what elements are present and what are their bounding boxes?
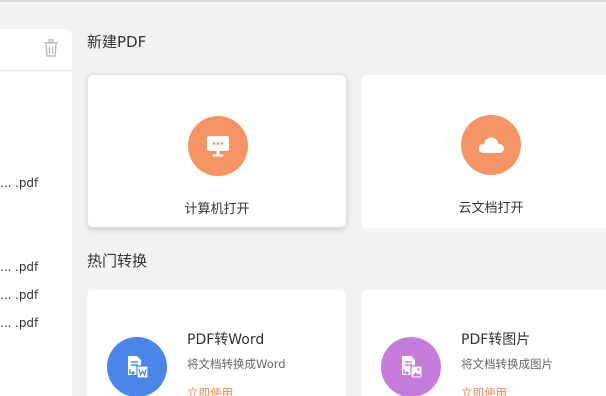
recent-file-item[interactable]: ... .pdf — [0, 316, 72, 332]
recent-file-item[interactable]: ... .pdf — [0, 176, 72, 192]
new-pdf-title: 新建PDF — [87, 33, 147, 51]
pdf-to-image-description: 将文档转换成图片 — [461, 357, 553, 371]
pdf-to-word-title: PDF转Word — [187, 332, 265, 348]
recent-file-item[interactable]: ... .pdf — [0, 288, 72, 304]
popular-conversions-title: 热门转换 — [87, 252, 148, 270]
pdf-to-image-card[interactable]: PDF转图片 将文档转换成图片 立即使用 — [361, 290, 606, 396]
pdf-to-image-icon-circle — [381, 337, 441, 396]
pdf-to-word-description: 将文档转换成Word — [187, 357, 286, 371]
file-name-truncated: ... — [0, 176, 12, 190]
pdf-to-image-icon — [402, 356, 423, 379]
recent-files-header — [0, 29, 72, 71]
pdf-to-word-icon-circle — [107, 337, 167, 396]
file-extension: .pdf — [15, 260, 39, 274]
pdf-to-word-card[interactable]: PDF转Word 将文档转换成Word 立即使用 — [87, 290, 346, 396]
file-extension: .pdf — [15, 176, 39, 190]
file-name-truncated: ... — [0, 260, 12, 274]
open-cloud-doc-label: 云文档打开 — [458, 201, 524, 216]
open-from-computer-label: 计算机打开 — [184, 202, 250, 217]
recent-file-item[interactable]: ... .pdf — [0, 260, 72, 276]
computer-icon — [207, 136, 229, 157]
file-extension: .pdf — [15, 288, 39, 302]
trash-icon[interactable] — [43, 39, 59, 57]
pdf-to-image-use-link[interactable]: 立即使用 — [461, 385, 507, 396]
pdf-to-word-use-link[interactable]: 立即使用 — [187, 385, 233, 396]
file-name-truncated: ... — [0, 316, 12, 330]
open-from-computer-card[interactable]: 计算机打开 — [87, 74, 347, 228]
cloud-icon — [478, 137, 504, 153]
file-extension: .pdf — [15, 316, 39, 330]
recent-files-panel: ... .pdf ... .pdf ... .pdf ... .pdf — [0, 29, 72, 396]
cloud-icon-circle — [461, 115, 521, 175]
computer-icon-circle — [188, 116, 248, 176]
pdf-to-image-title: PDF转图片 — [461, 332, 531, 348]
file-name-truncated: ... — [0, 288, 12, 302]
pdf-to-word-icon — [128, 356, 149, 379]
window-top-border — [0, 0, 606, 2]
open-cloud-doc-card[interactable]: 云文档打开 — [361, 75, 606, 228]
